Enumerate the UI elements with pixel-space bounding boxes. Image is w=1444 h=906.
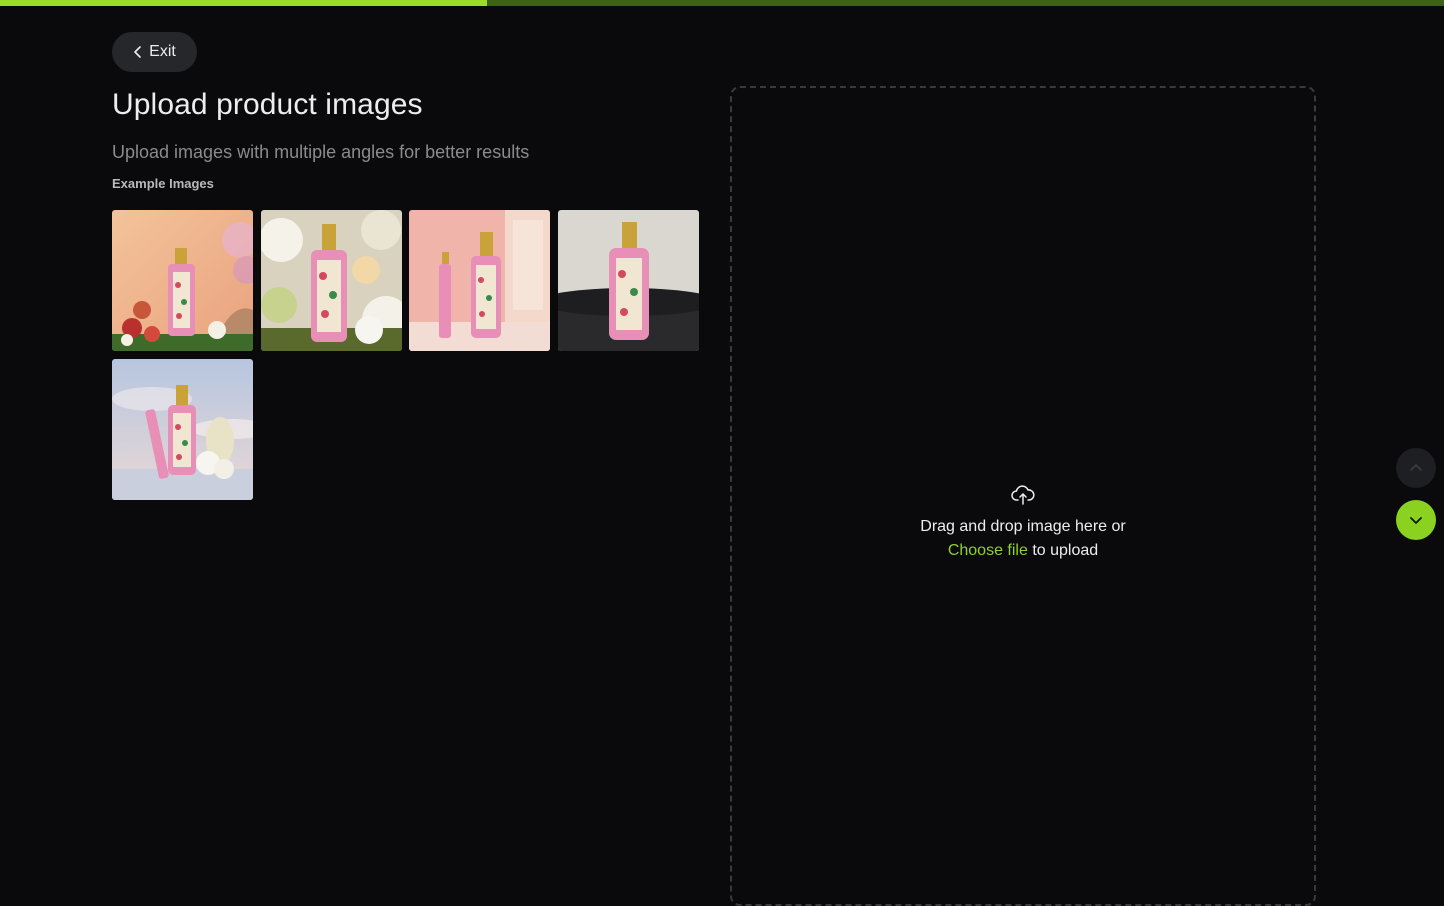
- dropzone-content: Drag and drop image here or Choose file …: [732, 484, 1314, 563]
- chevron-down-icon: [1410, 517, 1422, 524]
- example-image-1[interactable]: [112, 210, 253, 351]
- example-image-4[interactable]: [558, 210, 699, 351]
- chevron-up-icon: [1410, 464, 1422, 471]
- choose-file-link[interactable]: Choose file: [948, 542, 1028, 559]
- examples-label: Example Images: [112, 176, 214, 191]
- example-image-3[interactable]: [409, 210, 550, 351]
- chevron-left-icon: [134, 46, 141, 58]
- exit-button[interactable]: Exit: [112, 32, 197, 72]
- exit-label: Exit: [149, 43, 176, 60]
- example-image-2[interactable]: [261, 210, 402, 351]
- page-subtitle: Upload images with multiple angles for b…: [112, 142, 530, 162]
- example-image-5[interactable]: [112, 359, 253, 500]
- progress-track: [0, 0, 1444, 6]
- scroll-down-button[interactable]: [1396, 500, 1436, 540]
- upload-dropzone[interactable]: Drag and drop image here or Choose file …: [730, 86, 1316, 906]
- page-title: Upload product images: [112, 88, 423, 121]
- dropzone-suffix: to upload: [1027, 542, 1099, 559]
- dropzone-text-line1: Drag and drop image here or: [920, 518, 1126, 535]
- cloud-upload-icon: [1011, 485, 1035, 505]
- scroll-up-button[interactable]: [1396, 448, 1436, 488]
- progress-fill: [0, 0, 487, 6]
- dropzone-text-line2: Choose file to upload: [732, 539, 1314, 563]
